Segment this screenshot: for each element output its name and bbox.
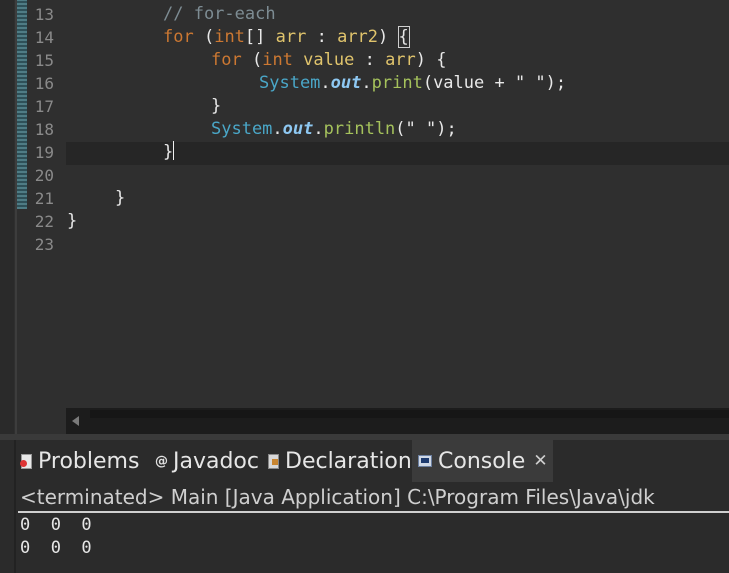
variable: value bbox=[292, 50, 355, 70]
static-field: out bbox=[282, 119, 314, 139]
variable: arr bbox=[385, 50, 416, 70]
brace: } bbox=[67, 211, 78, 231]
comment: // for-each bbox=[163, 4, 276, 24]
close-icon[interactable]: ✕ bbox=[533, 451, 547, 471]
punct: : bbox=[306, 27, 338, 47]
punct: ) { bbox=[415, 50, 447, 70]
line-number: 18 bbox=[34, 120, 54, 139]
line-number: 19 bbox=[34, 143, 54, 162]
line-number: 20 bbox=[34, 166, 54, 185]
punct: . bbox=[272, 119, 283, 139]
code-line-22[interactable]: } bbox=[67, 210, 77, 233]
keyword: for bbox=[211, 50, 242, 70]
tab-label: Problems bbox=[38, 448, 140, 474]
tab-label: Declaration bbox=[285, 448, 412, 474]
line-number: 21 bbox=[34, 189, 54, 208]
console-output[interactable]: 0 0 0 0 0 0 bbox=[20, 514, 729, 560]
scroll-left-arrow-icon[interactable] bbox=[72, 416, 79, 426]
punct: ); bbox=[436, 119, 457, 139]
line-number: 23 bbox=[34, 235, 54, 254]
type: int bbox=[214, 27, 245, 47]
panel-tab-bar: Problems @ Javadoc Declaration Console ✕ bbox=[18, 440, 729, 482]
class-name: System bbox=[211, 119, 273, 139]
code-line-18[interactable]: System.out.println(" "); bbox=[211, 118, 457, 141]
problems-icon bbox=[20, 453, 32, 469]
console-line: 0 0 0 bbox=[20, 515, 92, 535]
punct: : bbox=[354, 50, 386, 70]
brace: } bbox=[115, 188, 126, 208]
line-number: 17 bbox=[34, 97, 54, 116]
code-line-14[interactable]: for (int[] arr : arr2) { bbox=[163, 26, 410, 49]
code-line-21[interactable]: } bbox=[115, 187, 125, 210]
editor-left-margin bbox=[0, 0, 14, 434]
punct: ( bbox=[193, 27, 215, 47]
punct: [] bbox=[244, 27, 276, 47]
variable: arr2 bbox=[337, 27, 379, 47]
line-number: 13 bbox=[34, 5, 54, 24]
punct: ); bbox=[545, 73, 567, 93]
declaration-icon bbox=[267, 453, 279, 469]
line-number: 14 bbox=[34, 28, 54, 47]
punct: . bbox=[320, 73, 331, 93]
brace: } bbox=[163, 142, 174, 162]
static-field: out bbox=[330, 73, 362, 93]
scrollbar-thumb[interactable] bbox=[90, 410, 729, 418]
line-number: 22 bbox=[34, 212, 54, 231]
code-line-15[interactable]: for (int value : arr) { bbox=[211, 49, 447, 72]
punct: ) bbox=[378, 27, 399, 47]
string-literal: " " bbox=[514, 73, 546, 93]
method-name: println bbox=[323, 119, 396, 139]
args: (value + bbox=[422, 73, 515, 93]
punct: . bbox=[313, 119, 324, 139]
punct: ( bbox=[395, 119, 406, 139]
brace: } bbox=[211, 96, 222, 116]
tab-console[interactable]: Console ✕ bbox=[412, 440, 553, 482]
class-name: System bbox=[259, 73, 321, 93]
code-line-17[interactable]: } bbox=[211, 95, 221, 118]
code-line-13[interactable]: // for-each bbox=[163, 3, 276, 26]
punct: ( bbox=[241, 50, 263, 70]
tab-problems[interactable]: Problems bbox=[20, 440, 139, 482]
line-number: 15 bbox=[34, 51, 54, 70]
horizontal-scrollbar[interactable] bbox=[66, 408, 729, 434]
code-editor[interactable]: 13 14 15 16 17 18 19 20 21 22 23 // for-… bbox=[0, 0, 729, 434]
keyword: for bbox=[163, 27, 194, 47]
tab-javadoc[interactable]: @ Javadoc bbox=[155, 440, 259, 482]
tab-label: Console bbox=[438, 448, 526, 474]
console-icon bbox=[418, 455, 432, 467]
line-number: 16 bbox=[34, 74, 54, 93]
method-name: print bbox=[371, 73, 423, 93]
javadoc-icon: @ bbox=[155, 453, 168, 469]
code-line-16[interactable]: System.out.print(value + " "); bbox=[259, 72, 566, 95]
code-line-19[interactable]: } bbox=[163, 141, 175, 164]
console-process-label: <terminated> Main [Java Application] C:\… bbox=[18, 482, 729, 513]
matched-brace: { bbox=[397, 26, 410, 48]
type: int bbox=[262, 50, 293, 70]
tab-declaration[interactable]: Declaration bbox=[267, 440, 412, 482]
tab-label: Javadoc bbox=[173, 448, 259, 474]
string-literal: " " bbox=[405, 119, 437, 139]
variable: arr bbox=[275, 27, 307, 47]
console-line: 0 0 0 bbox=[20, 538, 92, 558]
text-caret bbox=[173, 141, 175, 160]
panel-left-edge bbox=[14, 440, 16, 573]
punct: . bbox=[361, 73, 372, 93]
